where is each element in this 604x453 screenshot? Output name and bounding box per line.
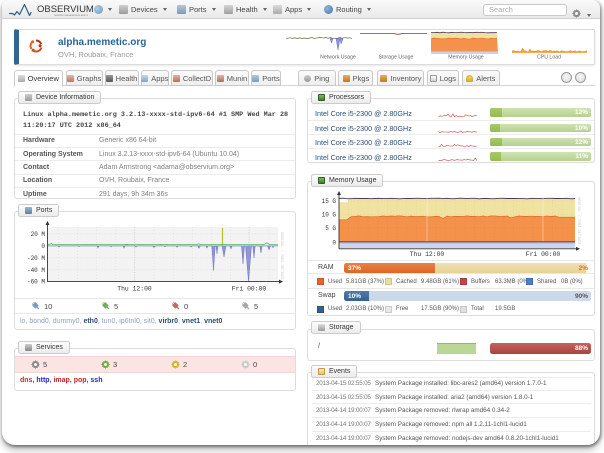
svg-text:Thu 12:00: Thu 12:00 <box>410 251 445 258</box>
svg-text:15 G: 15 G <box>322 198 337 205</box>
svg-text:5 G: 5 G <box>325 225 336 232</box>
svg-text:Thu 12:00: Thu 12:00 <box>117 286 152 293</box>
svg-text:RRDTOOL / TOBI OETIKER: RRDTOOL / TOBI OETIKER <box>279 232 284 280</box>
svg-text:-60 M: -60 M <box>27 279 45 286</box>
svg-text:RRDTOOL / TOBI OETIKER: RRDTOOL / TOBI OETIKER <box>576 197 581 245</box>
svg-text:10 G: 10 G <box>322 212 337 219</box>
svg-text:-40 M: -40 M <box>27 267 45 274</box>
svg-text:0: 0 <box>41 243 45 250</box>
svg-text:-20 M: -20 M <box>27 255 45 262</box>
svg-text:0: 0 <box>332 239 336 246</box>
svg-text:Fri 00:00: Fri 00:00 <box>232 286 267 293</box>
svg-text:20 M: 20 M <box>31 231 46 238</box>
svg-text:Fri 00:00: Fri 00:00 <box>526 251 561 258</box>
